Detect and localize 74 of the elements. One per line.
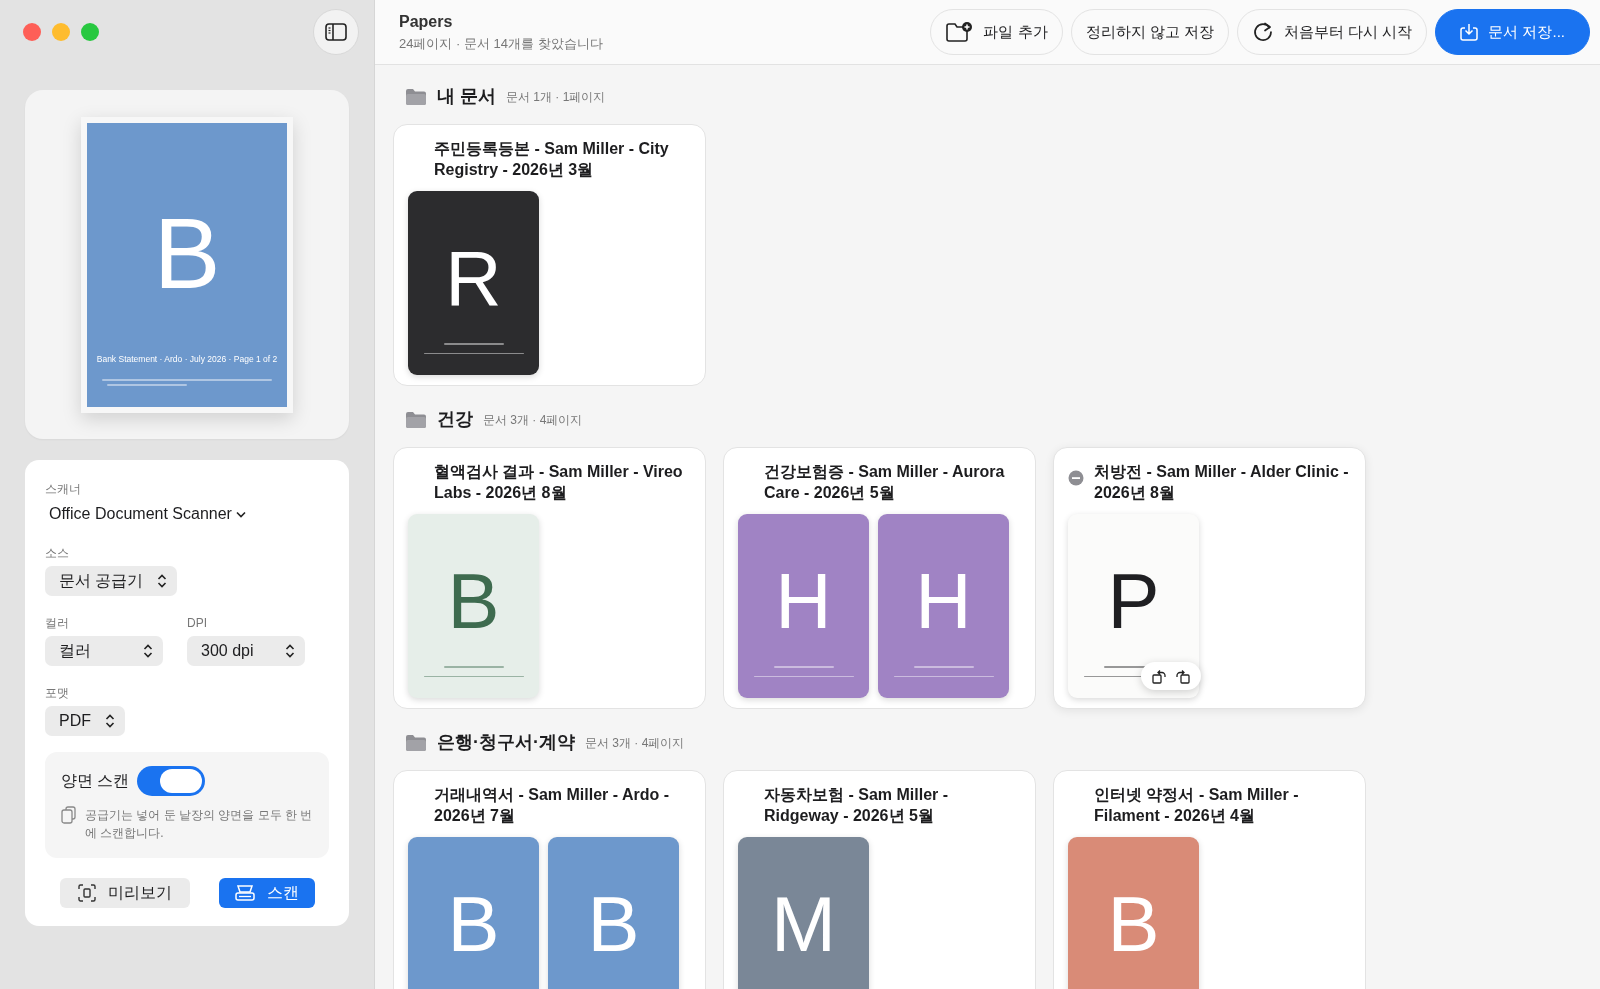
preview-button[interactable]: 미리보기 bbox=[59, 878, 190, 908]
document-card[interactable]: 자동차보험 - Sam Miller - Ridgeway - 2026년 5월 M bbox=[723, 770, 1036, 989]
page-caption: Bank Statement · Ardo · July 2026 · Page 1 of 2 bbox=[96, 352, 278, 366]
group-name: 건강 bbox=[437, 408, 473, 431]
document-title: 인터넷 약정서 - Sam Miller - Filament - 2026년 4월 bbox=[1094, 785, 1300, 826]
duplex-note: 공급기는 넣어 둔 낱장의 양면을 모두 한 번에 스캔합니다. bbox=[85, 807, 313, 842]
page-letter: B bbox=[447, 562, 500, 640]
sidebar-icon bbox=[325, 23, 347, 41]
viewfinder-icon bbox=[77, 884, 96, 902]
page-thumbnail[interactable]: M bbox=[738, 837, 869, 989]
scan-button[interactable]: 스캔 bbox=[218, 878, 315, 908]
group-summary: 문서 3개 · 4페이지 bbox=[483, 411, 583, 429]
select-field[interactable]: PDF bbox=[45, 706, 125, 736]
group-summary: 문서 1개 · 1페이지 bbox=[506, 88, 606, 106]
up-down-chevron-icon bbox=[143, 644, 153, 658]
rotate-right-icon bbox=[1175, 668, 1191, 684]
document-title: 주민등록등본 - Sam Miller - City Registry - 2026년 3월 bbox=[434, 139, 670, 180]
document-title: 처방전 - Sam Miller - Alder Clinic - 2026년 8월 bbox=[1094, 462, 1350, 503]
folder-icon bbox=[405, 410, 427, 429]
up-down-chevron-icon bbox=[157, 574, 168, 588]
field-label: 포맷 bbox=[45, 685, 70, 702]
folder-icon bbox=[405, 733, 427, 752]
page-letter: R bbox=[445, 239, 502, 317]
up-down-chevron-icon bbox=[285, 644, 295, 658]
field-label: 컬러 bbox=[45, 615, 70, 632]
page-letter: M bbox=[771, 885, 836, 963]
document-card[interactable]: 혈액검사 결과 - Sam Miller - Vireo Labs - 2026년 8월 B bbox=[393, 447, 706, 709]
page-thumbnail[interactable]: P bbox=[1068, 514, 1199, 698]
chevron-down-icon bbox=[235, 510, 246, 518]
rotate-left-icon bbox=[1151, 668, 1167, 684]
app-subtitle: 24페이지 · 문서 14개를 찾았습니다 bbox=[399, 35, 603, 54]
page-letter: H bbox=[775, 562, 832, 640]
remove-icon bbox=[1068, 469, 1084, 486]
page-letter: H bbox=[915, 562, 972, 640]
field-label: 소스 bbox=[45, 545, 70, 562]
folder-icon bbox=[405, 87, 427, 106]
save-unsorted-button[interactable]: 정리하지 않고 저장 bbox=[1070, 9, 1229, 55]
save-documents-button[interactable]: 문서 저장... bbox=[1435, 9, 1590, 55]
page-letter: B bbox=[153, 202, 221, 303]
app-title: Papers bbox=[399, 12, 454, 33]
add-file-button[interactable]: 파일 추가 bbox=[930, 9, 1063, 55]
page-thumbnail[interactable]: B bbox=[408, 514, 539, 698]
document-card[interactable]: 주민등록등본 - Sam Miller - City Registry - 2026년 3월 R bbox=[393, 124, 706, 386]
document-title: 혈액검사 결과 - Sam Miller - Vireo Labs - 2026년 8월 bbox=[434, 462, 684, 503]
scanner-dropdown[interactable]: Office Document Scanner bbox=[49, 502, 246, 526]
up-down-chevron-icon bbox=[105, 714, 115, 728]
document-card[interactable]: 인터넷 약정서 - Sam Miller - Filament - 2026년 4월 B bbox=[1053, 770, 1366, 989]
group-name: 내 문서 bbox=[437, 85, 496, 108]
document-title: 자동차보험 - Sam Miller - Ridgeway - 2026년 5월 bbox=[764, 785, 950, 826]
field-label: DPI bbox=[187, 615, 208, 632]
document-title: 건강보험증 - Sam Miller - Aurora Care - 2026년 5월 bbox=[764, 462, 1006, 503]
document-card[interactable]: 처방전 - Sam Miller - Alder Clinic - 2026년 8월 P bbox=[1053, 447, 1366, 709]
group-summary: 문서 3개 · 4페이지 bbox=[585, 734, 685, 752]
page-letter: B bbox=[1107, 885, 1160, 963]
select-field[interactable]: 문서 공급기 bbox=[45, 566, 178, 596]
restart-icon bbox=[1252, 21, 1274, 43]
close-button[interactable] bbox=[23, 23, 41, 41]
sidebar-toggle-button[interactable] bbox=[313, 9, 359, 55]
page-letter: B bbox=[447, 885, 500, 963]
folder-plus-icon bbox=[945, 21, 974, 43]
save-tray-icon bbox=[1460, 23, 1479, 41]
page-letter: B bbox=[587, 885, 640, 963]
restart-button[interactable]: 처음부터 다시 시작 bbox=[1237, 9, 1428, 55]
document-title: 거래내역서 - Sam Miller - Ardo - 2026년 7월 bbox=[434, 785, 670, 826]
select-field[interactable]: 300 dpi bbox=[187, 636, 305, 666]
scanner-label: 스캐너 bbox=[45, 481, 82, 498]
duplex-toggle[interactable] bbox=[137, 766, 206, 796]
group-name: 은행·청구서·계약 bbox=[437, 731, 575, 754]
select-field[interactable]: 컬러 bbox=[45, 636, 163, 666]
page-thumbnail[interactable]: R bbox=[408, 191, 539, 375]
duplex-label: 양면 스캔 bbox=[61, 771, 130, 791]
page-letter: P bbox=[1107, 562, 1160, 640]
pages-icon bbox=[61, 806, 77, 824]
scanner-icon bbox=[234, 885, 255, 901]
